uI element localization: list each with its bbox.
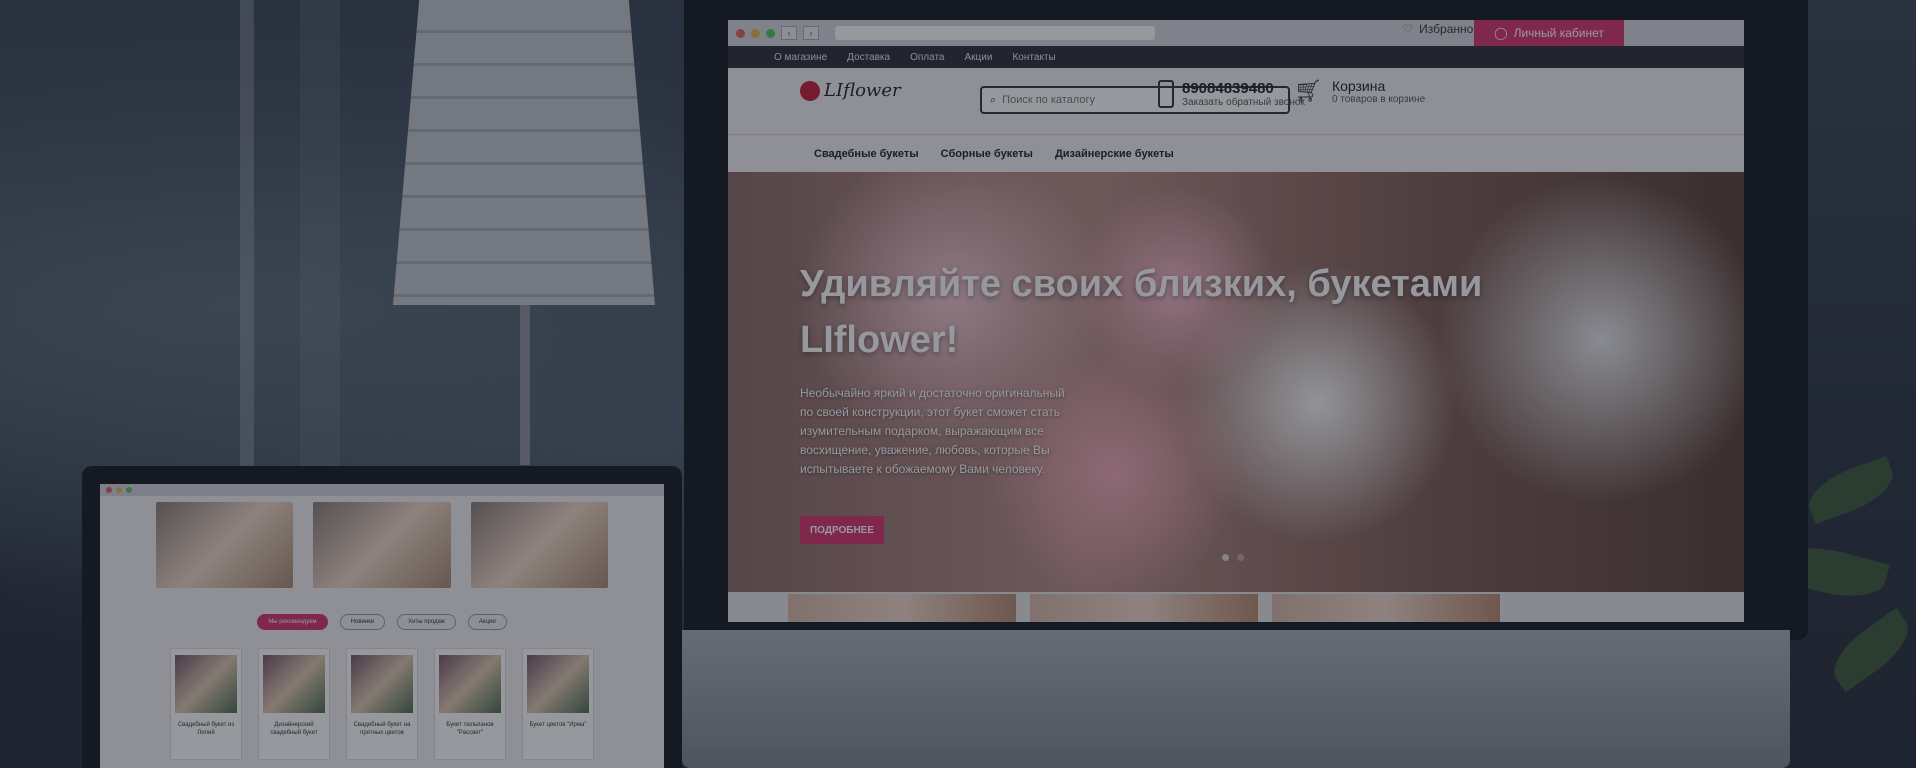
product-image: [175, 655, 237, 713]
product-image: [527, 655, 589, 713]
phone-number: 89084839480: [1182, 80, 1274, 97]
laptop-product-list: Свадебный букет из Лилий Дизайнерский св…: [100, 630, 664, 760]
address-bar[interactable]: [835, 26, 1155, 40]
topnav-item-about[interactable]: О магазине: [774, 52, 827, 63]
minimize-window-icon[interactable]: [116, 487, 122, 493]
imac-bezel: ‹ › ♡ Избранное ◯ Личный кабинет О магаз…: [684, 0, 1808, 640]
topnav-item-promo[interactable]: Акции: [964, 52, 992, 63]
product-image: [263, 655, 325, 713]
product-name: Букет тюльпанов "Рассвет": [446, 722, 494, 736]
carousel-dots: [1222, 554, 1244, 561]
phone-block[interactable]: 89084839480 Заказать обратный звонок: [1158, 80, 1305, 108]
product-name: Дизайнерский свадебный букет: [270, 722, 318, 736]
apple-logo-icon: [1216, 676, 1254, 720]
product-thumb[interactable]: [1030, 594, 1258, 622]
product-name: Свадебный букет на прятных цветов: [353, 722, 411, 736]
bouquet-card[interactable]: [313, 502, 451, 588]
category-designer[interactable]: Дизайнерские букеты: [1055, 148, 1174, 160]
back-button[interactable]: ‹: [781, 26, 797, 40]
cart-block[interactable]: 🛒︎ Корзина 0 товаров в корзине: [1294, 78, 1425, 105]
cart-icon: 🛒︎: [1294, 78, 1322, 103]
carousel-dot[interactable]: [1222, 554, 1229, 561]
product-image: [439, 655, 501, 713]
lamp-shade: [393, 0, 655, 305]
product-card[interactable]: Букет цветов "Ирма": [522, 648, 594, 760]
category-mixed[interactable]: Сборные букеты: [941, 148, 1033, 160]
close-window-icon[interactable]: [736, 28, 745, 38]
laptop: Мы рекомендуем Новинки Хиты продаж Акции…: [82, 466, 682, 768]
phone-icon: [1158, 80, 1174, 108]
close-window-icon[interactable]: [106, 487, 112, 493]
bouquet-card[interactable]: [156, 502, 294, 588]
laptop-browser-toolbar: [100, 484, 664, 496]
cart-count: 0 товаров в корзине: [1331, 94, 1426, 105]
product-card[interactable]: Букет тюльпанов "Рассвет": [434, 648, 506, 760]
topnav-item-delivery[interactable]: Доставка: [847, 52, 890, 63]
category-nav: Свадебные букеты Сборные букеты Дизайнер…: [728, 135, 1744, 173]
search-icon: ⌕: [990, 93, 997, 106]
search-placeholder: Поиск по каталогу: [1002, 94, 1095, 106]
imac-screen: ‹ › ♡ Избранное ◯ Личный кабинет О магаз…: [728, 20, 1744, 622]
favorites-link[interactable]: ♡ Избранное: [1402, 22, 1480, 36]
more-button[interactable]: ПОДРОБНЕЕ: [800, 516, 884, 544]
tab-promo[interactable]: Акции: [467, 614, 507, 630]
hero-banner: Удивляйте своих близких, букетами LIflow…: [728, 172, 1744, 592]
zoom-window-icon[interactable]: [766, 28, 775, 38]
product-thumb[interactable]: [1272, 594, 1500, 622]
product-card[interactable]: Свадебный букет из Лилий: [170, 648, 242, 760]
tab-new[interactable]: Новинки: [339, 614, 386, 630]
logo-text: LIflower: [824, 80, 901, 101]
account-button[interactable]: ◯ Личный кабинет: [1474, 20, 1624, 46]
hero-description: Необычайно яркий и достаточно оригинальн…: [800, 386, 1065, 476]
product-thumb[interactable]: [788, 594, 1016, 622]
lamp-pole: [520, 305, 530, 465]
imac-chin: [682, 630, 1790, 768]
product-card[interactable]: Свадебный букет на прятных цветов: [346, 648, 418, 760]
topnav-item-contacts[interactable]: Контакты: [1012, 52, 1055, 63]
user-icon: ◯: [1494, 26, 1508, 40]
zoom-window-icon[interactable]: [126, 487, 132, 493]
product-card[interactable]: Дизайнерский свадебный букет: [258, 648, 330, 760]
site-header: LIflower ⌕ Поиск по каталогу 89084839480…: [728, 68, 1744, 135]
site-logo[interactable]: LIflower: [800, 80, 901, 101]
carousel-dot[interactable]: [1237, 554, 1244, 561]
top-nav: О магазине Доставка Оплата Акции Контакт…: [728, 46, 1744, 68]
product-thumbnails: [788, 594, 1500, 622]
browser-toolbar: ‹ › ♡ Избранное ◯ Личный кабинет: [728, 20, 1744, 46]
account-label: Личный кабинет: [1513, 26, 1604, 40]
minimize-window-icon[interactable]: [751, 28, 760, 38]
laptop-tabs: Мы рекомендуем Новинки Хиты продаж Акции: [100, 614, 664, 630]
heart-icon: ♡: [1402, 22, 1414, 36]
laptop-banner-row: [100, 496, 664, 588]
laptop-screen: Мы рекомендуем Новинки Хиты продаж Акции…: [100, 484, 664, 768]
topnav-item-payment[interactable]: Оплата: [910, 52, 944, 63]
bouquet-card[interactable]: [470, 502, 608, 588]
scene: ‹ › ♡ Избранное ◯ Личный кабинет О магаз…: [0, 0, 1916, 768]
imac: ‹ › ♡ Избранное ◯ Личный кабинет О магаз…: [682, 0, 1808, 768]
category-wedding[interactable]: Свадебные букеты: [814, 148, 919, 160]
callback-link[interactable]: Заказать обратный звонок: [1182, 97, 1305, 108]
favorites-label: Избранное: [1419, 22, 1480, 36]
tab-recommended[interactable]: Мы рекомендуем: [257, 614, 328, 630]
product-image: [351, 655, 413, 713]
product-name: Букет цветов "Ирма": [529, 722, 587, 728]
cart-title: Корзина: [1331, 78, 1386, 94]
forward-button[interactable]: ›: [803, 26, 819, 40]
product-name: Свадебный букет из Лилий: [177, 722, 235, 736]
tab-bestsellers[interactable]: Хиты продаж: [397, 614, 456, 630]
rose-icon: [800, 80, 820, 101]
hero-title: Удивляйте своих близких, букетами LIflow…: [800, 263, 1483, 361]
